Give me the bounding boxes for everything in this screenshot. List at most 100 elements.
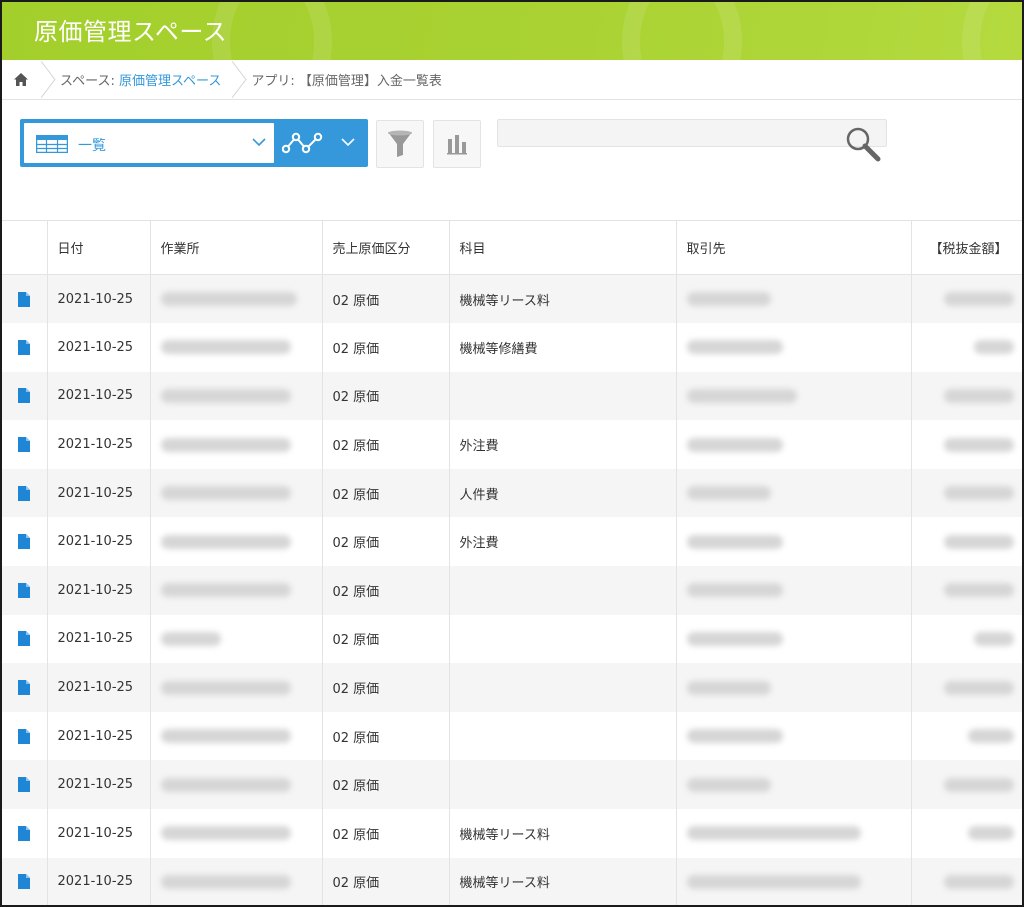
table-row[interactable]: 2021-10-25 02 原価 xyxy=(2,614,1022,664)
table-row[interactable]: 2021-10-25 02 原価 外注費 xyxy=(2,420,1022,469)
breadcrumb-space: スペース: 原価管理スペース xyxy=(54,70,231,89)
document-icon xyxy=(18,339,31,355)
record-detail-link[interactable] xyxy=(2,711,48,761)
redacted-value xyxy=(943,292,1014,307)
column-header-account[interactable]: 科目 xyxy=(449,220,677,275)
table-row[interactable]: 2021-10-25 02 原価 xyxy=(2,663,1022,712)
record-detail-link[interactable] xyxy=(2,809,48,858)
cell-site xyxy=(150,809,323,858)
column-header-category[interactable]: 売上原価区分 xyxy=(322,220,450,275)
record-detail-link[interactable] xyxy=(2,468,48,518)
cell-category: 02 原価 xyxy=(322,711,450,761)
table-row[interactable]: 2021-10-25 02 原価 外注費 xyxy=(2,517,1022,567)
cell-amount xyxy=(911,566,1022,615)
document-icon xyxy=(18,825,31,841)
record-detail-link[interactable] xyxy=(2,566,48,615)
cell-vendor xyxy=(676,371,912,421)
record-detail-link[interactable] xyxy=(2,517,48,567)
table-row[interactable]: 2021-10-25 02 原価 機械等リース料 xyxy=(2,809,1022,858)
redacted-value xyxy=(686,340,783,355)
column-header-date[interactable]: 日付 xyxy=(47,220,151,275)
cell-date: 2021-10-25 xyxy=(47,857,151,905)
redacted-value xyxy=(160,826,291,841)
redacted-value xyxy=(160,340,291,355)
record-detail-link[interactable] xyxy=(2,420,48,469)
breadcrumb-space-prefix: スペース: xyxy=(60,74,119,89)
redacted-value xyxy=(943,534,1014,549)
cell-site xyxy=(150,468,323,518)
redacted-value xyxy=(973,340,1014,355)
cell-vendor xyxy=(676,760,912,810)
redacted-value xyxy=(967,826,1014,841)
cell-date: 2021-10-25 xyxy=(47,809,151,858)
table-row[interactable]: 2021-10-25 02 原価 人件費 xyxy=(2,468,1022,518)
redacted-value xyxy=(686,583,783,598)
cell-amount xyxy=(911,809,1022,858)
redacted-value xyxy=(973,631,1014,646)
cell-account xyxy=(449,663,677,712)
redacted-value xyxy=(160,874,291,889)
document-icon xyxy=(18,874,31,890)
table-row[interactable]: 2021-10-25 02 原価 機械等修繕費 xyxy=(2,323,1022,372)
chevron-down-icon xyxy=(252,138,266,147)
redacted-value xyxy=(160,534,291,549)
redacted-value xyxy=(686,874,861,889)
cell-category: 02 原価 xyxy=(322,274,450,324)
record-detail-link[interactable] xyxy=(2,274,48,324)
cell-vendor xyxy=(676,857,912,905)
cell-account xyxy=(449,711,677,761)
cell-vendor xyxy=(676,663,912,712)
column-header-amount[interactable]: 【税抜金額】 xyxy=(911,220,1022,275)
redacted-value xyxy=(160,583,291,598)
cell-category: 02 原価 xyxy=(322,857,450,905)
cell-site xyxy=(150,371,323,421)
table-row[interactable]: 2021-10-25 02 原価 xyxy=(2,711,1022,761)
table-row[interactable]: 2021-10-25 02 原価 xyxy=(2,760,1022,810)
cell-category: 02 原価 xyxy=(322,517,450,567)
document-icon xyxy=(18,291,31,307)
record-detail-link[interactable] xyxy=(2,323,48,372)
table-row[interactable]: 2021-10-25 02 原価 xyxy=(2,566,1022,615)
cell-vendor xyxy=(676,468,912,518)
cell-category: 02 原価 xyxy=(322,323,450,372)
graph-button[interactable] xyxy=(433,120,481,168)
redacted-value xyxy=(943,874,1014,889)
breadcrumb-app: アプリ: 【原価管理】入金一覧表 xyxy=(251,74,442,89)
column-header-site[interactable]: 作業所 xyxy=(150,220,323,275)
view-dropdown[interactable]: 一覧 xyxy=(24,123,274,163)
redacted-value xyxy=(943,437,1014,452)
record-detail-link[interactable] xyxy=(2,614,48,664)
search-icon[interactable] xyxy=(845,126,881,162)
redacted-value xyxy=(686,680,771,695)
table-row[interactable]: 2021-10-25 02 原価 機械等リース料 xyxy=(2,857,1022,905)
cell-date: 2021-10-25 xyxy=(47,663,151,712)
column-header-vendor[interactable]: 取引先 xyxy=(676,220,912,275)
redacted-value xyxy=(160,437,291,452)
redacted-value xyxy=(160,729,291,744)
cell-vendor xyxy=(676,420,912,469)
document-icon xyxy=(18,437,31,453)
chevron-down-icon[interactable] xyxy=(341,138,355,147)
cell-date: 2021-10-25 xyxy=(47,614,151,664)
cell-account xyxy=(449,614,677,664)
cell-site xyxy=(150,857,323,905)
search-input[interactable] xyxy=(504,123,834,143)
cell-date: 2021-10-25 xyxy=(47,468,151,518)
record-detail-link[interactable] xyxy=(2,857,48,905)
record-detail-link[interactable] xyxy=(2,663,48,712)
cell-site xyxy=(150,517,323,567)
table-header-row: 日付 作業所 売上原価区分 科目 取引先 【税抜金額】 xyxy=(2,220,1022,275)
record-detail-link[interactable] xyxy=(2,760,48,810)
table-row[interactable]: 2021-10-25 02 原価 機械等リース料 xyxy=(2,274,1022,324)
cell-site xyxy=(150,711,323,761)
filter-button[interactable] xyxy=(376,120,424,168)
document-icon xyxy=(18,534,31,550)
cell-category: 02 原価 xyxy=(322,663,450,712)
redacted-value xyxy=(686,292,771,307)
cell-category: 02 原価 xyxy=(322,760,450,810)
view-name: 一覧 xyxy=(78,138,106,154)
table-row[interactable]: 2021-10-25 02 原価 xyxy=(2,371,1022,421)
graph-view-icon[interactable] xyxy=(282,131,324,155)
record-detail-link[interactable] xyxy=(2,371,48,421)
breadcrumb-space-link[interactable]: 原価管理スペース xyxy=(119,74,221,89)
